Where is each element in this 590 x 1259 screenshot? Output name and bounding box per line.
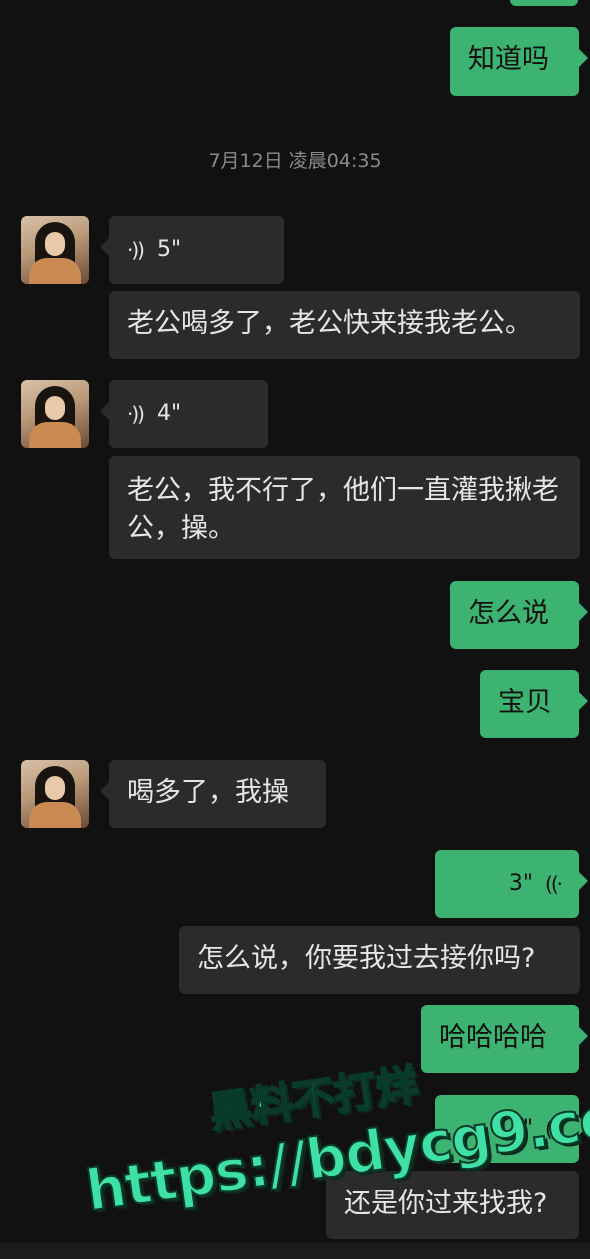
incoming-message[interactable]: 喝多了，我操 bbox=[100, 760, 326, 828]
contact-avatar[interactable] bbox=[21, 216, 89, 284]
outgoing-voice-message[interactable]: 3" ((· bbox=[435, 850, 588, 918]
message-text: 老公喝多了，老公快来接我老公。 bbox=[127, 308, 532, 339]
message-text: 宝贝 bbox=[498, 687, 552, 718]
outgoing-message[interactable]: 怎么说 bbox=[450, 581, 588, 649]
contact-avatar[interactable] bbox=[21, 760, 89, 828]
outgoing-message[interactable]: 哈哈哈哈 bbox=[421, 1005, 588, 1073]
voice-duration: 5" bbox=[156, 237, 182, 262]
message-text: 知道吗 bbox=[468, 44, 549, 75]
outgoing-message[interactable]: 知道吗 bbox=[450, 27, 588, 96]
message-text: 还是你过来找我? bbox=[344, 1188, 548, 1219]
incoming-voice-message[interactable]: ·)) 5" bbox=[100, 216, 284, 284]
message-text: 老公，我不行了，他们一直灌我揪老公，操。 bbox=[127, 475, 559, 544]
contact-avatar[interactable] bbox=[21, 380, 89, 448]
outgoing-message[interactable]: 宝贝 bbox=[480, 670, 588, 738]
sound-wave-icon: ((· bbox=[545, 872, 563, 896]
incoming-message[interactable]: 怎么说，你要我过去接你吗? bbox=[179, 926, 580, 994]
message-text: 喝多了，我操 bbox=[127, 777, 289, 808]
previous-bubble-edge bbox=[510, 0, 578, 6]
chat-window: 知道吗 7月12日 凌晨04:35 ·)) 5" 老公喝多了，老公快来接我老公。… bbox=[0, 0, 590, 1259]
sound-wave-icon: ·)) bbox=[127, 238, 145, 262]
incoming-voice-message[interactable]: ·)) 4" bbox=[100, 380, 268, 448]
sound-wave-icon: ·)) bbox=[127, 402, 145, 426]
incoming-message[interactable]: 老公喝多了，老公快来接我老公。 bbox=[109, 291, 580, 359]
message-text: 怎么说 bbox=[468, 598, 549, 629]
voice-duration: 3" bbox=[508, 871, 534, 896]
voice-duration: 4" bbox=[156, 401, 182, 426]
message-text: 怎么说，你要我过去接你吗? bbox=[197, 943, 536, 974]
timestamp: 7月12日 凌晨04:35 bbox=[208, 150, 382, 172]
bottom-bar bbox=[0, 1243, 590, 1259]
incoming-message[interactable]: 老公，我不行了，他们一直灌我揪老公，操。 bbox=[109, 456, 580, 559]
message-text: 哈哈哈哈 bbox=[439, 1022, 547, 1053]
